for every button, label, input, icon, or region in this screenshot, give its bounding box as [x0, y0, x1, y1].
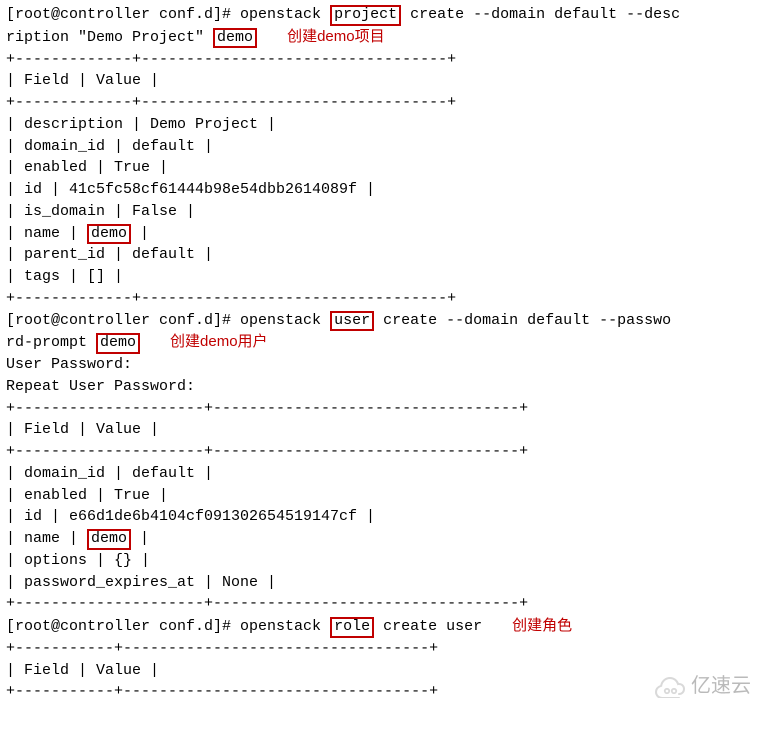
table2-name-value-box: demo — [87, 529, 131, 550]
watermark: 亿速云 — [653, 672, 751, 701]
shell-prompt-3: [root@controller conf.d]# — [6, 618, 240, 635]
table2-row-domain-id: | domain_id | default | — [6, 463, 753, 485]
annot-2: 创建demo用户 — [170, 331, 268, 353]
cmd2-keyword-box: user — [330, 311, 374, 332]
table2-border-bot: +---------------------+-----------------… — [6, 593, 753, 615]
cmd2-arg-box: demo — [96, 333, 140, 354]
table3-border-top: +-----------+---------------------------… — [6, 638, 753, 660]
table1-row-id: | id | 41c5fc58cf61444b98e54dbb2614089f … — [6, 179, 753, 201]
table2-row-enabled: | enabled | True | — [6, 485, 753, 507]
shell-prompt: [root@controller conf.d]# — [6, 6, 240, 23]
table1-row-parent-id: | parent_id | default | — [6, 244, 753, 266]
watermark-text: 亿速云 — [691, 672, 751, 701]
table2-border-mid: +---------------------+-----------------… — [6, 441, 753, 463]
table1-row-tags: | tags | [] | — [6, 266, 753, 288]
shell-prompt-2: [root@controller conf.d]# — [6, 312, 240, 329]
table1-row-name-post: | — [131, 225, 149, 242]
table1-row-description: | description | Demo Project | — [6, 114, 753, 136]
table1-row-enabled: | enabled | True | — [6, 157, 753, 179]
password-repeat-prompt: Repeat User Password: — [6, 376, 753, 398]
table2-border-top: +---------------------+-----------------… — [6, 398, 753, 420]
table2-row-name-post: | — [131, 530, 149, 547]
annot-3: 创建角色 — [512, 615, 572, 637]
table3-header: | Field | Value | — [6, 660, 753, 682]
cmd1-post: create --domain default --desc — [401, 6, 680, 23]
table2-row-password-expires: | password_expires_at | None | — [6, 572, 753, 594]
table1-border-top: +-------------+-------------------------… — [6, 49, 753, 71]
table1-row-name-pre: | name | — [6, 225, 87, 242]
table1-row-is-domain: | is_domain | False | — [6, 201, 753, 223]
cmd2-post: create --domain default --passwo — [374, 312, 671, 329]
table1-border-bot: +-------------+-------------------------… — [6, 288, 753, 310]
cloud-icon — [653, 676, 687, 698]
table2-header: | Field | Value | — [6, 419, 753, 441]
table2-row-id: | id | e66d1de6b4104cf091302654519147cf … — [6, 506, 753, 528]
password-prompt: User Password: — [6, 354, 753, 376]
cmd1-arg-box: demo — [213, 28, 257, 49]
annot-1: 创建demo项目 — [287, 26, 385, 48]
cmd1-keyword-box: project — [330, 5, 401, 26]
table3-border-mid: +-----------+---------------------------… — [6, 681, 753, 703]
table1-header: | Field | Value | — [6, 70, 753, 92]
cmd3-keyword-box: role — [330, 617, 374, 638]
table2-row-name: | name | demo | — [6, 528, 753, 550]
cmd1-pre: openstack — [240, 6, 330, 23]
table1-name-value-box: demo — [87, 224, 131, 245]
table2-row-options: | options | {} | — [6, 550, 753, 572]
table1-row-name: | name | demo | — [6, 223, 753, 245]
table2-row-name-pre: | name | — [6, 530, 87, 547]
cmd2-line2-pre: rd-prompt — [6, 334, 96, 351]
cmd1-line2-pre: ription "Demo Project" — [6, 29, 213, 46]
cmd3-pre: openstack — [240, 618, 330, 635]
cmd2-pre: openstack — [240, 312, 330, 329]
table1-border-mid: +-------------+-------------------------… — [6, 92, 753, 114]
cmd3-post: create user — [374, 618, 482, 635]
table1-row-domain-id: | domain_id | default | — [6, 136, 753, 158]
